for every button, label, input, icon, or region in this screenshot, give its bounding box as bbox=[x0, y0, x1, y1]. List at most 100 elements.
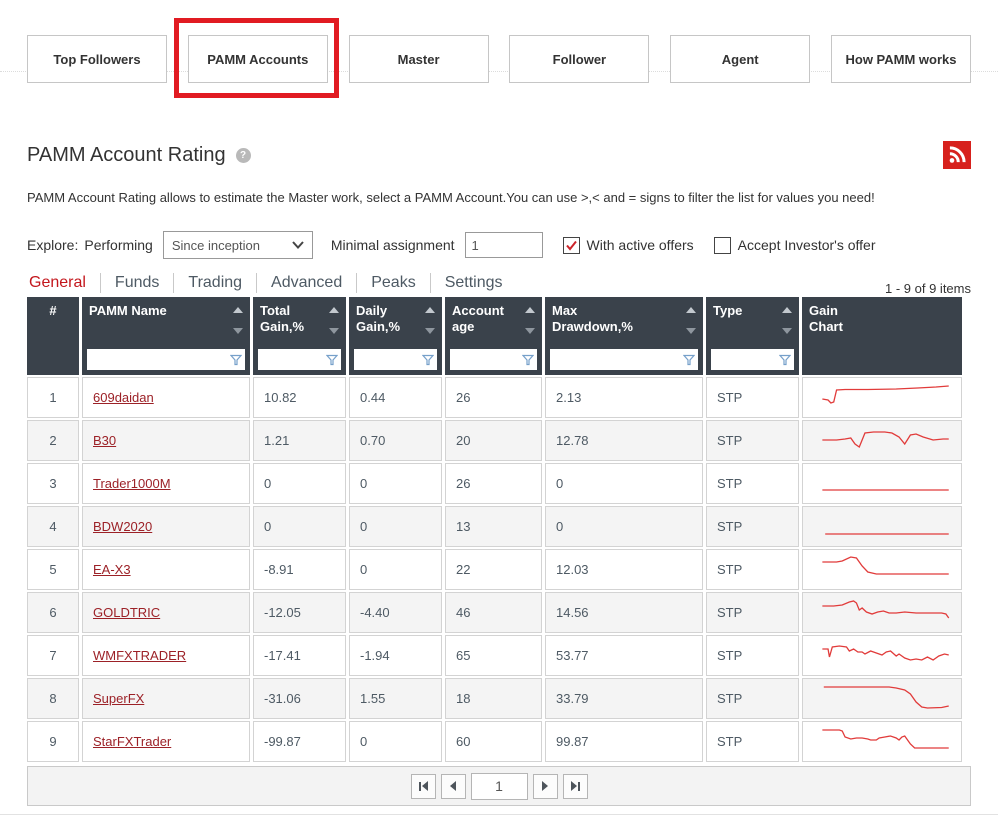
title-row: PAMM Account Rating ? bbox=[27, 140, 971, 170]
pamm-account-link[interactable]: WMFXTRADER bbox=[93, 648, 186, 663]
column-filter-box bbox=[550, 349, 698, 370]
cell-row-number: 3 bbox=[27, 463, 79, 504]
cell-type: STP bbox=[706, 721, 799, 762]
page-description: PAMM Account Rating allows to estimate t… bbox=[27, 190, 971, 205]
pamm-account-link[interactable]: SuperFX bbox=[93, 691, 144, 706]
cell-pamm-name: WMFXTRADER bbox=[82, 635, 250, 676]
tab-trading[interactable]: Trading bbox=[173, 273, 256, 293]
nav-button-follower[interactable]: Follower bbox=[509, 35, 649, 83]
filter-funnel-icon[interactable] bbox=[779, 354, 791, 366]
tab-advanced[interactable]: Advanced bbox=[256, 273, 356, 293]
filter-funnel-icon[interactable] bbox=[683, 354, 695, 366]
nav-button-how-pamm-works[interactable]: How PAMM works bbox=[831, 35, 971, 83]
unchecked-checkbox-icon[interactable] bbox=[714, 237, 731, 254]
cell-gain-chart bbox=[802, 721, 962, 762]
sort-ascending-icon[interactable] bbox=[329, 307, 339, 313]
checkbox-with-active-offers[interactable]: With active offers bbox=[563, 237, 694, 254]
filter-funnel-icon[interactable] bbox=[230, 354, 242, 366]
column-filter-input-type[interactable] bbox=[711, 349, 779, 370]
gain-sparkline bbox=[811, 639, 953, 669]
explore-label: Explore: bbox=[27, 237, 78, 253]
nav-button-wrap: Follower bbox=[509, 35, 649, 83]
column-label: Accountage bbox=[452, 303, 504, 334]
table-row: 2B301.210.702012.78STP bbox=[27, 420, 962, 461]
cell-gain-chart bbox=[802, 420, 962, 461]
column-header-max_drawdown[interactable]: MaxDrawdown,% bbox=[545, 297, 703, 375]
sort-ascending-icon[interactable] bbox=[425, 307, 435, 313]
pamm-account-link[interactable]: 609daidan bbox=[93, 390, 154, 405]
sort-ascending-icon[interactable] bbox=[782, 307, 792, 313]
gain-sparkline bbox=[811, 424, 953, 454]
nav-button-top-followers[interactable]: Top Followers bbox=[27, 35, 167, 83]
column-filter-input-total_gain[interactable] bbox=[258, 349, 326, 370]
first-page-button[interactable] bbox=[411, 774, 436, 799]
pamm-account-link[interactable]: EA-X3 bbox=[93, 562, 131, 577]
gain-sparkline bbox=[811, 510, 953, 540]
sort-descending-icon[interactable] bbox=[425, 328, 435, 334]
question-mark-icon[interactable]: ? bbox=[236, 148, 251, 163]
rss-icon[interactable] bbox=[943, 141, 971, 169]
filter-row: Explore: Performing Since inception Mini… bbox=[27, 231, 971, 259]
cell-pamm-name: Trader1000M bbox=[82, 463, 250, 504]
column-filter-input-max_drawdown[interactable] bbox=[550, 349, 683, 370]
sort-descending-icon[interactable] bbox=[686, 328, 696, 334]
cell-row-number: 2 bbox=[27, 420, 79, 461]
sort-descending-icon[interactable] bbox=[233, 328, 243, 334]
sort-ascending-icon[interactable] bbox=[233, 307, 243, 313]
cell-pamm-name: StarFXTrader bbox=[82, 721, 250, 762]
prev-page-button[interactable] bbox=[441, 774, 466, 799]
column-filter-input-name[interactable] bbox=[87, 349, 230, 370]
pamm-account-link[interactable]: BDW2020 bbox=[93, 519, 152, 534]
pamm-account-link[interactable]: B30 bbox=[93, 433, 116, 448]
cell-pamm-name: EA-X3 bbox=[82, 549, 250, 590]
period-select[interactable]: Since inception bbox=[163, 231, 313, 259]
cell-row-number: 8 bbox=[27, 678, 79, 719]
last-page-button[interactable] bbox=[563, 774, 588, 799]
table-row: 4BDW202000130STP bbox=[27, 506, 962, 547]
cell-type: STP bbox=[706, 463, 799, 504]
pamm-account-link[interactable]: Trader1000M bbox=[93, 476, 171, 491]
minimal-assignment-input[interactable] bbox=[465, 232, 543, 258]
gain-sparkline bbox=[811, 553, 953, 583]
cell-type: STP bbox=[706, 549, 799, 590]
cell-daily-gain: 1.55 bbox=[349, 678, 442, 719]
cell-type: STP bbox=[706, 420, 799, 461]
tab-settings[interactable]: Settings bbox=[430, 273, 517, 293]
gain-sparkline bbox=[811, 725, 953, 755]
sort-descending-icon[interactable] bbox=[782, 328, 792, 334]
column-header-daily_gain[interactable]: DailyGain,% bbox=[349, 297, 442, 375]
sort-descending-icon[interactable] bbox=[329, 328, 339, 334]
column-header-type[interactable]: Type bbox=[706, 297, 799, 375]
column-label: TotalGain,% bbox=[260, 303, 304, 334]
cell-gain-chart bbox=[802, 678, 962, 719]
filter-funnel-icon[interactable] bbox=[522, 354, 534, 366]
tab-funds[interactable]: Funds bbox=[100, 273, 173, 293]
checkbox-accept-investor-s-offer[interactable]: Accept Investor's offer bbox=[714, 237, 876, 254]
items-count: 1 - 9 of 9 items bbox=[885, 281, 971, 296]
sort-ascending-icon[interactable] bbox=[525, 307, 535, 313]
tab-general[interactable]: General bbox=[27, 273, 100, 293]
column-header-account_age[interactable]: Accountage bbox=[445, 297, 542, 375]
pamm-account-link[interactable]: StarFXTrader bbox=[93, 734, 171, 749]
cell-account-age: 22 bbox=[445, 549, 542, 590]
checkbox-label: Accept Investor's offer bbox=[738, 237, 876, 253]
column-filter-input-daily_gain[interactable] bbox=[354, 349, 422, 370]
nav-button-master[interactable]: Master bbox=[349, 35, 489, 83]
nav-button-pamm-accounts[interactable]: PAMM Accounts bbox=[188, 35, 328, 83]
page-number-input[interactable]: 1 bbox=[471, 773, 528, 800]
next-page-button[interactable] bbox=[533, 774, 558, 799]
filter-funnel-icon[interactable] bbox=[422, 354, 434, 366]
column-filter-input-account_age[interactable] bbox=[450, 349, 522, 370]
cell-max-drawdown: 53.77 bbox=[545, 635, 703, 676]
sort-ascending-icon[interactable] bbox=[686, 307, 696, 313]
checked-checkbox-icon[interactable] bbox=[563, 237, 580, 254]
tab-peaks[interactable]: Peaks bbox=[356, 273, 429, 293]
filter-funnel-icon[interactable] bbox=[326, 354, 338, 366]
cell-gain-chart bbox=[802, 635, 962, 676]
pamm-account-link[interactable]: GOLDTRIC bbox=[93, 605, 160, 620]
column-header-name[interactable]: PAMM Name bbox=[82, 297, 250, 375]
cell-gain-chart bbox=[802, 592, 962, 633]
sort-descending-icon[interactable] bbox=[525, 328, 535, 334]
nav-button-agent[interactable]: Agent bbox=[670, 35, 810, 83]
column-header-total_gain[interactable]: TotalGain,% bbox=[253, 297, 346, 375]
